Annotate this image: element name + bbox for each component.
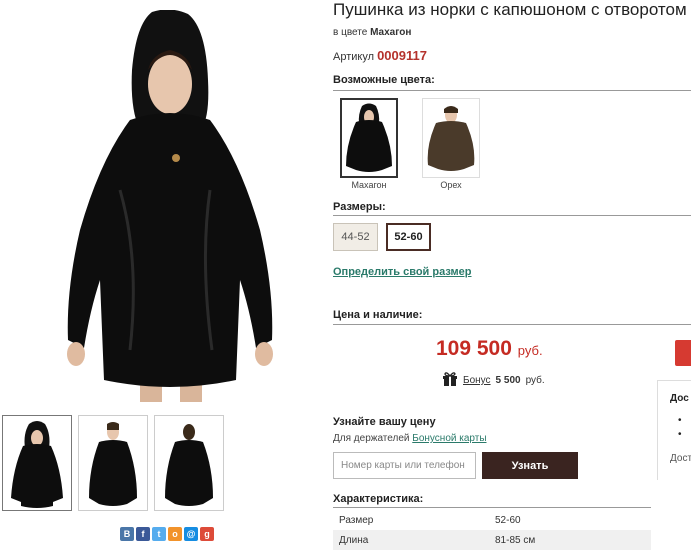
size-option-52-60[interactable]: 52-60 — [386, 223, 431, 251]
vk-icon[interactable]: В — [120, 527, 134, 541]
divider — [333, 507, 651, 508]
googleplus-icon[interactable]: g — [200, 527, 214, 541]
product-price: 109 500 руб. — [436, 337, 543, 361]
odnoklassniki-icon[interactable]: о — [168, 527, 182, 541]
divider — [333, 90, 691, 91]
price-check-note: Для держателей Бонусной карты — [333, 433, 487, 444]
thumbnail-front[interactable] — [2, 415, 72, 511]
thumbnail-back[interactable] — [154, 415, 224, 511]
article-prefix: Артикул — [333, 51, 375, 63]
bonus-currency: руб. — [525, 375, 545, 386]
delivery-box: Дос • • Дост — [657, 380, 691, 480]
colors-label: Возможные цвета: — [333, 74, 435, 86]
divider — [333, 215, 691, 216]
size-option-44-52[interactable]: 44-52 — [333, 223, 378, 251]
spec-name: Длина — [333, 530, 489, 550]
specs-table: Размер 52-60 Длина 81-85 см — [333, 510, 651, 550]
thumbnail-side[interactable] — [78, 415, 148, 511]
spec-value: 52-60 — [495, 514, 521, 526]
table-row: Длина 81-85 см — [333, 530, 651, 550]
price-label: Цена и наличие: — [333, 309, 423, 321]
spec-name: Размер — [339, 514, 374, 526]
divider — [333, 324, 691, 325]
specs-label: Характеристика: — [333, 493, 424, 505]
color-swatch-label: Махагон — [351, 180, 387, 190]
delivery-heading: Дос — [670, 393, 689, 404]
delivery-footer: Дост — [670, 453, 691, 464]
facebook-icon[interactable]: f — [136, 527, 150, 541]
spec-value: 81-85 см — [489, 530, 651, 550]
photo-thumbnails — [2, 415, 224, 511]
price-currency: руб. — [517, 343, 543, 358]
price-check-heading: Узнайте вашу цену — [333, 416, 436, 428]
article-number: 0009117 — [377, 48, 427, 63]
card-number-input[interactable] — [333, 452, 476, 479]
twitter-icon[interactable]: t — [152, 527, 166, 541]
color-swatch-mahogany[interactable] — [340, 98, 398, 178]
color-swatch-label: Орех — [440, 180, 462, 190]
article-line: Артикул 0009117 — [333, 48, 427, 63]
color-name: Махагон — [370, 27, 412, 38]
color-prefix: в цвете — [333, 27, 368, 38]
bonus-card-link[interactable]: Бонусной карты — [412, 433, 486, 444]
bonus-value: 5 500 — [495, 375, 521, 386]
add-to-cart-button[interactable] — [675, 340, 691, 366]
define-size-link[interactable]: Определить свой размер — [333, 266, 472, 278]
bonus-link[interactable]: Бонус — [463, 375, 491, 386]
bonus-line: Бонус 5 500 руб. — [442, 371, 545, 390]
mailru-icon[interactable]: @ — [184, 527, 198, 541]
color-line: в цвете Махагон — [333, 27, 411, 38]
gift-icon — [442, 371, 458, 390]
delivery-bullet: • — [678, 429, 682, 440]
check-price-button[interactable]: Узнать — [482, 452, 578, 479]
sizes-label: Размеры: — [333, 201, 386, 213]
holders-text: Для держателей — [333, 433, 410, 444]
delivery-bullet: • — [678, 415, 682, 426]
share-icons: Вf t о @ g — [120, 527, 214, 541]
product-title: Пушинка из норки с капюшоном с отворотом — [333, 0, 687, 19]
table-row: Размер 52-60 — [333, 510, 651, 530]
main-product-photo[interactable] — [60, 9, 280, 402]
color-swatch-walnut[interactable] — [422, 98, 480, 178]
price-value: 109 500 — [436, 337, 512, 360]
